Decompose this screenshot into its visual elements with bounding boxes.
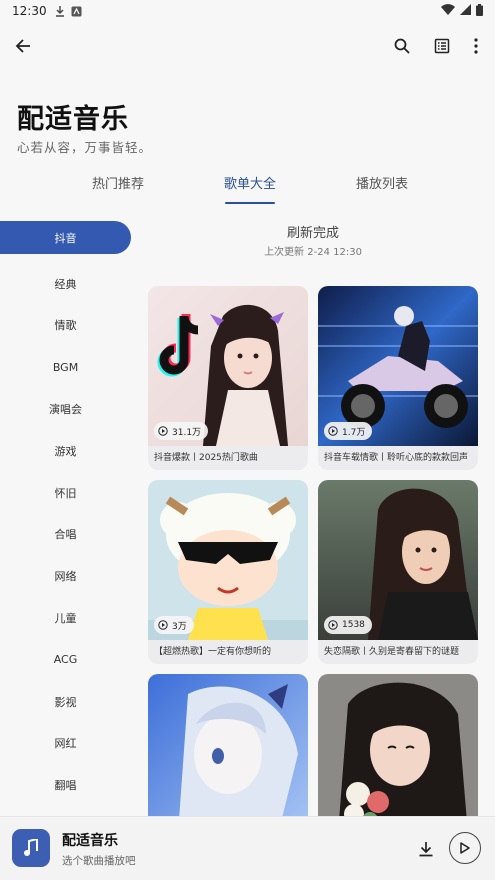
play-count-badge: 1538 (324, 616, 372, 634)
playlist-title: 抖音爆款丨2025热门歌曲 (154, 453, 258, 463)
category-label: 儿童 (54, 612, 77, 626)
category-label: 网络 (54, 570, 77, 584)
play-count: 1.7万 (342, 427, 366, 438)
play-circle-icon (158, 620, 168, 630)
play-circle-icon (328, 620, 338, 630)
play-circle-icon (328, 426, 338, 436)
category-classic[interactable]: 经典 (0, 263, 131, 305)
play-count: 3万 (172, 621, 187, 632)
playlist-grid: 31.1万 抖音爆款丨2025热门歌曲 1.7万 抖音车载情歌丨聆听心底的款款回… (148, 286, 478, 816)
player-subtitle: 选个歌曲播放吧 (62, 855, 136, 867)
play-count-badge: 31.1万 (154, 422, 209, 440)
category-label: 怀旧 (54, 486, 77, 500)
list-view-button[interactable] (424, 28, 460, 64)
category-label: 演唱会 (49, 403, 82, 417)
playlist-title: 抖音车载情歌丨聆听心底的款款回声 (324, 453, 469, 463)
play-button[interactable] (449, 832, 481, 864)
player-artwork (12, 829, 50, 867)
category-label: 情歌 (54, 319, 77, 333)
page-subtitle: 心若从容，万事皆轻。 (17, 140, 153, 155)
play-count: 31.1万 (172, 427, 202, 438)
playlist-card[interactable]: 3万 【超燃热歌】一定有你想听的 (148, 480, 308, 664)
back-button[interactable] (5, 28, 41, 64)
category-label: 游戏 (54, 444, 77, 458)
category-love-songs[interactable]: 情歌 (0, 305, 131, 347)
search-icon (394, 38, 410, 54)
playlist-card[interactable]: 31.1万 抖音爆款丨2025热门歌曲 (148, 286, 308, 470)
wifi-icon (441, 4, 455, 18)
playlist-cover: 31.1万 (148, 286, 308, 446)
playlist-title: 失恋隔歌丨久别是寄春留下的谜题 (324, 647, 460, 657)
category-label: ACG (53, 653, 78, 667)
app-notification-icon (71, 6, 82, 17)
tab-play-queue[interactable]: 播放列表 (332, 174, 432, 206)
playlist-card[interactable] (148, 674, 308, 816)
category-game[interactable]: 游戏 (0, 430, 131, 472)
search-button[interactable] (384, 28, 420, 64)
app-bar (0, 28, 495, 64)
playlist-card[interactable]: 1538 失恋隔歌丨久别是寄春留下的谜题 (318, 480, 478, 664)
download-button[interactable] (414, 837, 438, 861)
tab-active-indicator (225, 202, 275, 204)
playlist-card[interactable] (318, 674, 478, 816)
category-label: 经典 (54, 277, 77, 291)
tab-playlists[interactable]: 歌单大全 (200, 174, 300, 206)
playlist-card[interactable]: 1.7万 抖音车载情歌丨聆听心底的款款回声 (318, 286, 478, 470)
playlist-cover: 1.7万 (318, 286, 478, 446)
category-children[interactable]: 儿童 (0, 597, 131, 639)
play-circle-icon (158, 426, 168, 436)
status-time: 12:30 (12, 4, 47, 18)
list-icon (434, 38, 450, 54)
category-label: BGM (52, 360, 79, 374)
category-sidebar: 抖音 经典 情歌 BGM 演唱会 游戏 怀旧 合唱 网络 儿童 ACG 影视 网… (0, 221, 132, 806)
download-status-icon (55, 5, 65, 17)
battery-icon (476, 3, 483, 19)
page-title: 配适音乐 (17, 104, 129, 135)
playlist-cover (318, 674, 478, 816)
category-covers[interactable]: 翻唱 (0, 764, 131, 806)
play-count: 1538 (342, 620, 365, 630)
play-count-badge: 3万 (154, 616, 194, 634)
tab-label: 播放列表 (355, 177, 408, 192)
category-label: 合唱 (54, 528, 77, 542)
cellular-signal-icon (460, 4, 471, 18)
playlist-cover (148, 674, 308, 816)
category-douyin[interactable]: 抖音 (0, 221, 131, 254)
category-acg[interactable]: ACG (0, 639, 131, 681)
tab-bar: 热门推荐 歌单大全 播放列表 (0, 174, 495, 206)
more-options-button[interactable] (458, 28, 494, 64)
playlist-cover: 1538 (318, 480, 478, 640)
category-chorus[interactable]: 合唱 (0, 514, 131, 556)
playlist-cover: 3万 (148, 480, 308, 640)
category-influencer[interactable]: 网红 (0, 723, 131, 765)
player-title: 配适音乐 (62, 833, 118, 849)
refresh-status: 刷新完成 上次更新 2-24 12:30 (148, 222, 478, 258)
category-label: 翻唱 (54, 779, 77, 793)
tab-label: 歌单大全 (223, 177, 276, 192)
category-internet[interactable]: 网络 (0, 555, 131, 597)
category-nostalgia[interactable]: 怀旧 (0, 472, 131, 514)
playlist-title: 【超燃热歌】一定有你想听的 (154, 647, 272, 657)
mini-player[interactable]: 配适音乐 选个歌曲播放吧 (0, 816, 495, 880)
music-note-icon (24, 839, 38, 856)
refresh-title: 刷新完成 (286, 226, 339, 241)
category-film-tv[interactable]: 影视 (0, 681, 131, 723)
download-icon (419, 842, 433, 857)
play-count-badge: 1.7万 (324, 422, 373, 440)
category-concert[interactable]: 演唱会 (0, 388, 131, 430)
play-icon (460, 842, 470, 854)
category-bgm[interactable]: BGM (0, 346, 131, 388)
category-label: 影视 (54, 695, 77, 709)
more-vertical-icon (474, 38, 478, 54)
tab-label: 热门推荐 (91, 177, 144, 192)
category-label: 抖音 (54, 231, 77, 245)
status-bar: 12:30 (0, 0, 495, 22)
refresh-timestamp: 上次更新 2-24 12:30 (264, 247, 362, 258)
category-label: 网红 (54, 737, 77, 751)
tab-hot-recommend[interactable]: 热门推荐 (68, 174, 168, 206)
back-arrow-icon (15, 39, 30, 53)
